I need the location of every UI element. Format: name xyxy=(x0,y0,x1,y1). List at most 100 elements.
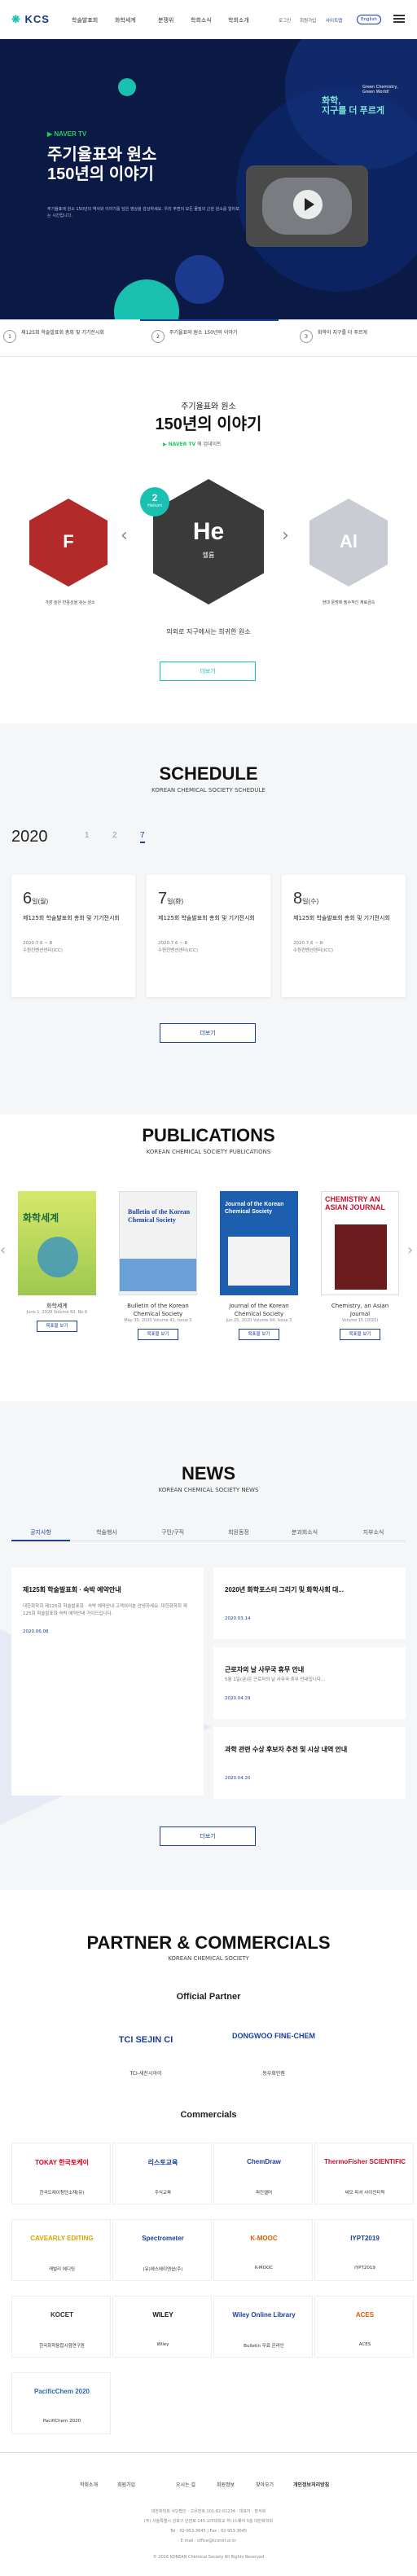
pub-prev-icon[interactable]: ‹ xyxy=(0,1242,6,1259)
elements-title-line1: 주기율표와 원소 xyxy=(181,402,236,411)
news-main-card[interactable]: 제125회 학술발표회 · 숙박 예약안내 대한화학회 제125회 학술발표회 … xyxy=(11,1567,204,1796)
commercial-logo[interactable]: ACES ACES xyxy=(314,2296,414,2358)
commercial-name: (유)에스에이엔샵(주) xyxy=(143,2267,183,2272)
commercial-logo[interactable]: ThermoFisher SCIENTIFIC 써모 피셔 사이언티픽 xyxy=(314,2143,414,2205)
publication-item[interactable]: CHEMISTRY AN ASIAN JOURNAL Chemistry, an… xyxy=(321,1191,399,1340)
commercial-logo[interactable]: ChemDraw 퍼킨엘머 xyxy=(213,2143,313,2205)
schedule-card[interactable]: 7일(화) 제125회 학술발표회 총회 및 기기전시회 2020.7.6 ~ … xyxy=(147,875,270,997)
hamburger-menu-icon[interactable] xyxy=(393,15,405,23)
commercial-logo[interactable]: Wiley Online Library Bulletin 무료 온라인 xyxy=(213,2296,313,2358)
commercial-logo-text: PacificChem 2020 xyxy=(33,2388,90,2395)
tab-events[interactable]: 학술행사 xyxy=(77,1528,136,1536)
commercial-logo[interactable]: KOCET 한국화학융합시험연구원 xyxy=(11,2296,111,2358)
nav-item-about[interactable]: 학회소개 xyxy=(228,16,249,24)
commercial-logo[interactable]: PacificChem 2020 PacifiChem 2020 xyxy=(11,2372,111,2434)
schedule-more-button[interactable]: 더보기 xyxy=(160,1023,256,1043)
schedule-card[interactable]: 8일(수) 제125회 학술발표회 총회 및 기기전시회 2020.7.6 ~ … xyxy=(282,875,406,997)
publication-item[interactable]: Journal of the Korean Chemical Society J… xyxy=(220,1191,298,1340)
element-card-aluminium[interactable]: Al xyxy=(309,499,388,587)
fluorine-caption: 가장 높은 반응성을 갖는 원소 xyxy=(45,600,95,605)
nav-item-conference[interactable]: 학술발표회 xyxy=(72,16,98,24)
element-card-helium[interactable]: He 헬륨 xyxy=(153,479,264,604)
footer-link[interactable]: 오시는 길 xyxy=(176,2481,195,2488)
tab-divisions[interactable]: 분과회소식 xyxy=(275,1528,334,1536)
news-item[interactable]: 2020년 화학포스터 그리기 및 화학사회 대... 2020.03.14 xyxy=(213,1567,406,1639)
publications-subtitle: KOREAN CHEMICAL SOCIETY PUBLICATIONS xyxy=(146,1149,271,1155)
commercial-name: IYPT2019 xyxy=(354,2266,375,2270)
logo-mark-icon: ❋ xyxy=(11,13,21,25)
commercial-logo[interactable]: IYPT2019 IYPT2019 xyxy=(314,2219,414,2281)
commercial-logo[interactable]: K-MOOC K-MOOC xyxy=(213,2219,313,2281)
tci-logo[interactable]: TCI SEJIN CI xyxy=(101,2035,191,2045)
publication-item[interactable]: Bulletin of the Korean Chemical Society … xyxy=(119,1191,197,1340)
commercial-logo-text: K-MOOC xyxy=(250,2235,278,2242)
partner-name: TCI-세진시아이 xyxy=(129,2071,162,2077)
footer-link[interactable]: 회원가입 xyxy=(117,2481,135,2488)
commercial-logo-text: ACES xyxy=(355,2311,375,2319)
news-item[interactable]: 근로자의 날 사무국 휴무 안내 5월 1일(금)은 근로자의 날 사무국 휴무… xyxy=(213,1647,406,1719)
commercial-logo[interactable]: TOKAY 한국토케이 한국도레이첨단소재(유) xyxy=(11,2143,111,2205)
commercial-name: Bulletin 무료 온라인 xyxy=(244,2344,284,2349)
pub-next-icon[interactable]: › xyxy=(407,1242,413,1259)
commercial-logo[interactable]: 리스토교육 주식교육 xyxy=(112,2143,212,2205)
english-button[interactable]: English xyxy=(357,15,381,24)
tab-members[interactable]: 회원동정 xyxy=(209,1528,268,1536)
decor-circle xyxy=(175,255,224,304)
nav-item-dispute[interactable]: 분쟁위 xyxy=(158,16,173,24)
slide-tab-3[interactable]: 3 화학이 지구를 더 푸르게 xyxy=(300,327,417,349)
official-partner-title: Official Partner xyxy=(176,1992,241,2002)
privacy-policy-link[interactable]: 개인정보처리방침 xyxy=(293,2481,329,2488)
commercial-name: 퍼킨엘머 xyxy=(255,2191,273,2196)
naver-tv-logo: ▶ NAVER TV xyxy=(47,130,87,138)
aluminium-caption: 현대 문명에 필수적인 재료금속 xyxy=(322,600,375,605)
nav-item-chemworld[interactable]: 화학세계 xyxy=(115,16,136,24)
tab-notice[interactable]: 공지사항 xyxy=(11,1528,70,1541)
sitemap-link[interactable]: 사이트맵 xyxy=(326,17,342,24)
month-tab-7[interactable]: 7 xyxy=(140,831,145,843)
next-arrow-icon[interactable]: › xyxy=(282,525,289,546)
publication-item[interactable]: 화학세계 화학세계 June 1, 2020 Volume 60, No 6 목… xyxy=(18,1191,96,1332)
footer-link[interactable]: 학회소개 xyxy=(80,2481,98,2488)
cover-image xyxy=(120,1259,196,1291)
tab-jobs[interactable]: 구인/구직 xyxy=(143,1528,202,1536)
hero-description: 주기율표에 원소 150년의 역사와 이야기를 담은 영상을 감상하세요. 우리… xyxy=(47,207,239,218)
view-publication-button[interactable]: 목표물 보기 xyxy=(37,1321,77,1332)
news-more-button[interactable]: 더보기 xyxy=(160,1826,256,1846)
tab-branches[interactable]: 지부소식 xyxy=(341,1528,406,1536)
commercial-logo[interactable]: CAVEARLY EDITING 캐벌리 에디팅 xyxy=(11,2219,111,2281)
news-item[interactable]: 과학 관련 수상 후보자 추천 및 시상 내역 안내 2020.04.20 xyxy=(213,1727,406,1799)
login-link[interactable]: 로그인 xyxy=(279,17,291,24)
footer-link[interactable]: 찾아오기 xyxy=(256,2481,274,2488)
commercial-logo-text: ChemDraw xyxy=(247,2158,281,2165)
commercials-title: Commercials xyxy=(180,2110,237,2120)
schedule-card[interactable]: 6일(월) 제125회 학술발표회 총회 및 기기전시회 2020.7.6 ~ … xyxy=(11,875,135,997)
slide-tab-1[interactable]: 1 제125회 학술발표회 총회 및 기기전시회 xyxy=(3,327,134,349)
commercial-logo[interactable]: Spectrometer (유)에스에이엔샵(주) xyxy=(112,2219,212,2281)
element-card-fluorine[interactable]: F xyxy=(29,499,108,587)
signup-link[interactable]: 회원가입 xyxy=(300,17,316,24)
month-tab-1[interactable]: 1 xyxy=(85,831,90,840)
nav-item-news[interactable]: 학회소식 xyxy=(191,16,212,24)
commercial-name: 한국화학융합시험연구원 xyxy=(39,2344,85,2349)
slide-tab-2[interactable]: 2 주기율표와 원소 150년의 이야기 xyxy=(151,327,282,349)
commercial-logo-text: CAVEARLY EDITING xyxy=(30,2235,94,2242)
commercial-name: Wiley xyxy=(156,2342,169,2347)
prev-arrow-icon[interactable]: ‹ xyxy=(121,525,128,546)
view-publication-button[interactable]: 목표물 보기 xyxy=(239,1329,279,1340)
dongwoo-logo[interactable]: DONGWOO FINE-CHEM xyxy=(225,2032,323,2040)
view-publication-button[interactable]: 목표물 보기 xyxy=(340,1329,380,1340)
play-icon[interactable] xyxy=(293,190,323,219)
commercial-logo[interactable]: WILEY Wiley xyxy=(112,2296,212,2358)
commercial-logo-text: KOCET xyxy=(50,2311,73,2319)
hero-banner: Green Chemistry, Green World! 화학, 지구를 더 … xyxy=(0,39,417,319)
elements-more-button[interactable]: 더보기 xyxy=(160,662,256,681)
commercial-name: 캐벌리 에디팅 xyxy=(48,2267,76,2272)
commercial-logo-text: 리스토교육 xyxy=(147,2159,178,2166)
month-tab-2[interactable]: 2 xyxy=(112,831,117,840)
publications-title: PUBLICATIONS xyxy=(142,1125,275,1145)
footer-link[interactable]: 회원정보 xyxy=(217,2481,235,2488)
partners-title: PARTNER & COMMERCIALS xyxy=(86,1932,331,1953)
view-publication-button[interactable]: 목표물 보기 xyxy=(138,1329,178,1340)
site-logo[interactable]: ❋ KCS xyxy=(11,13,50,26)
hero-video-thumbnail[interactable] xyxy=(246,165,368,247)
